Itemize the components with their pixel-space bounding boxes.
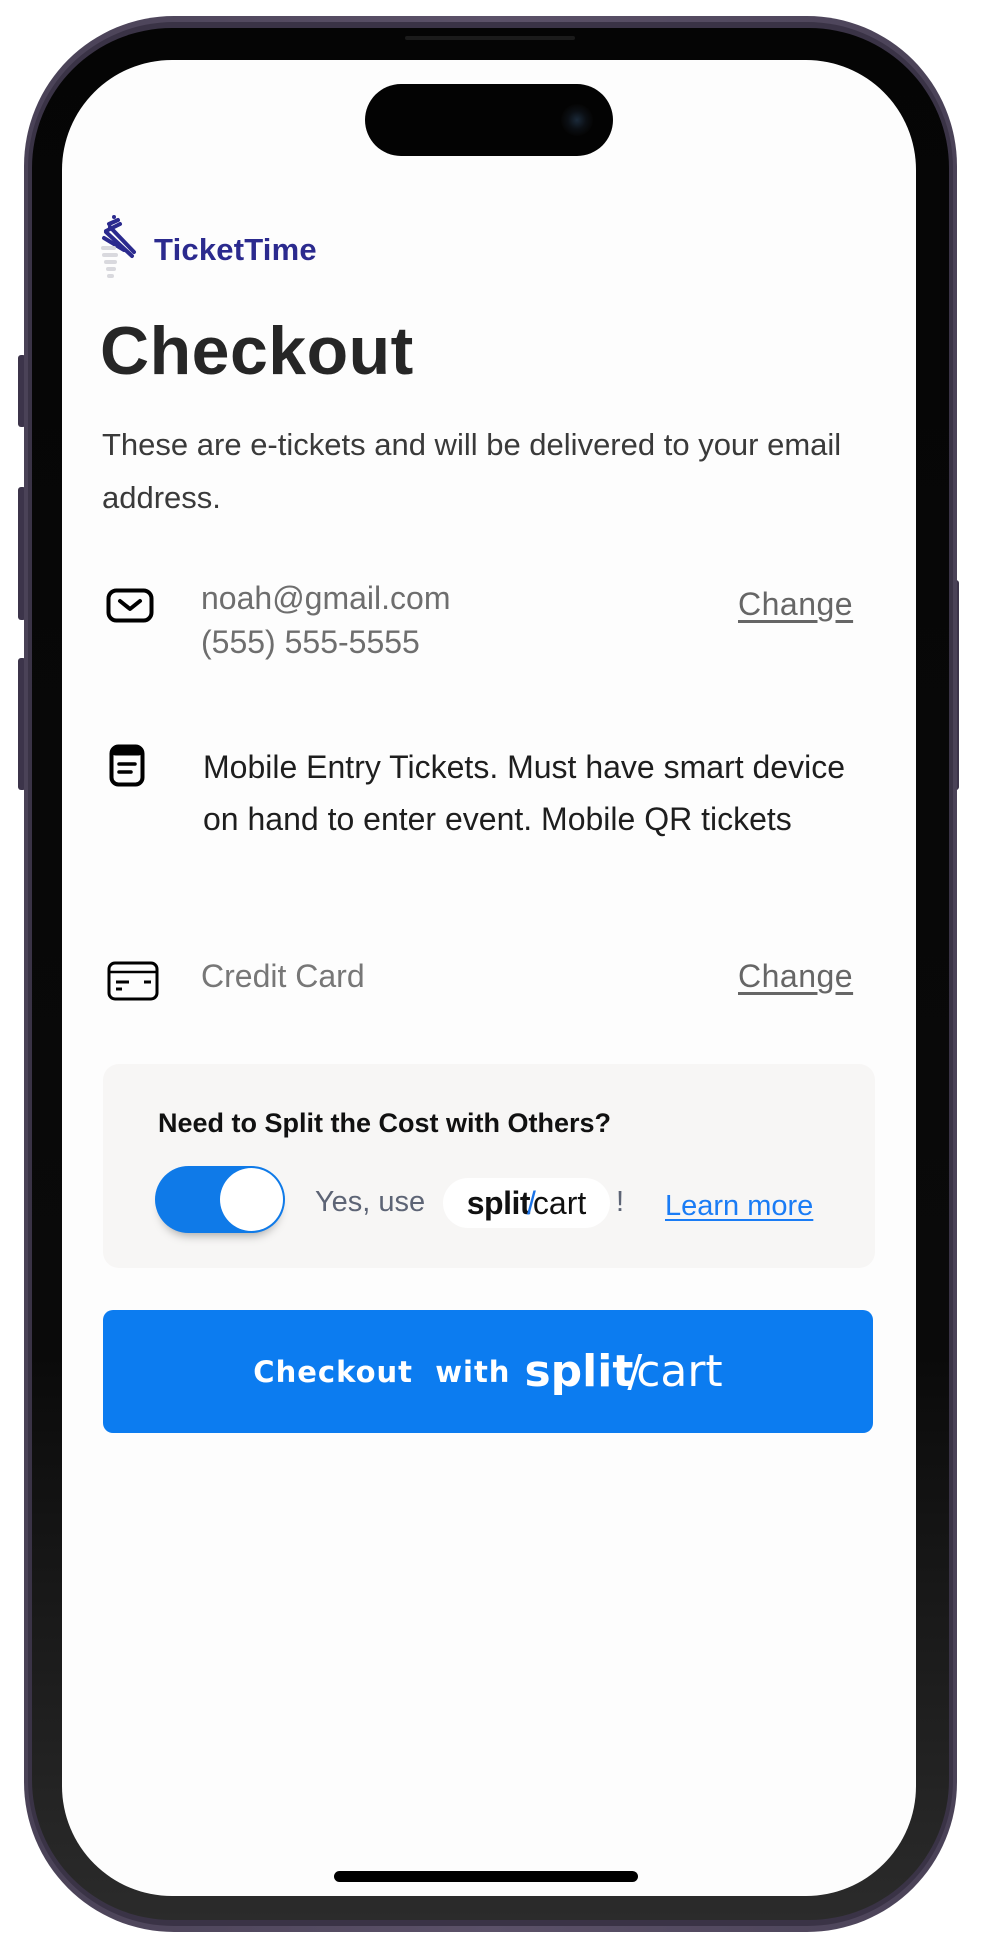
splitcart-logo: split/cart bbox=[467, 1187, 587, 1219]
contact-phone: (555) 555-5555 bbox=[201, 624, 420, 660]
contact-email: noah@gmail.com bbox=[201, 580, 451, 616]
split-exclamation: ! bbox=[616, 1186, 625, 1218]
front-camera-icon bbox=[561, 104, 593, 136]
mail-icon bbox=[106, 588, 154, 623]
tickettime-logo-mark-icon bbox=[101, 215, 136, 278]
checkout-with-splitcart-button[interactable]: Checkout with split/cart bbox=[103, 1310, 873, 1433]
checkout-button-label: Checkout with bbox=[253, 1354, 511, 1389]
split-cost-toggle[interactable] bbox=[155, 1166, 285, 1233]
delivery-description: Mobile Entry Tickets. Must have smart de… bbox=[203, 749, 845, 837]
learn-more-link[interactable]: Learn more bbox=[665, 1190, 813, 1223]
brand-name: TicketTime bbox=[154, 232, 317, 267]
credit-card-icon bbox=[107, 961, 159, 1001]
payment-method: Credit Card bbox=[201, 958, 365, 994]
earpiece-speaker bbox=[405, 36, 575, 40]
splitcart-logo-pill: split/cart bbox=[443, 1178, 610, 1228]
split-cost-heading: Need to Split the Cost with Others? bbox=[158, 1108, 612, 1138]
change-contact-link[interactable]: Change bbox=[738, 586, 853, 623]
checkout-logo-bold: split bbox=[524, 1346, 634, 1397]
splitcart-logo-bold: split bbox=[466, 1185, 531, 1221]
splitcart-logo-light: cart bbox=[532, 1185, 587, 1221]
page-title: Checkout bbox=[100, 313, 414, 389]
checkout-splitcart-logo: split/cart bbox=[524, 1346, 722, 1397]
split-yes-label: Yes, use bbox=[315, 1186, 426, 1218]
home-indicator bbox=[334, 1871, 638, 1882]
page-subtitle: These are e-tickets and will be delivere… bbox=[102, 427, 842, 515]
tickettime-logo[interactable]: TicketTime bbox=[100, 212, 317, 288]
toggle-knob bbox=[220, 1168, 283, 1231]
ticket-document-icon bbox=[109, 744, 145, 787]
checkout-logo-light: cart bbox=[636, 1346, 723, 1397]
change-payment-link[interactable]: Change bbox=[738, 958, 853, 995]
